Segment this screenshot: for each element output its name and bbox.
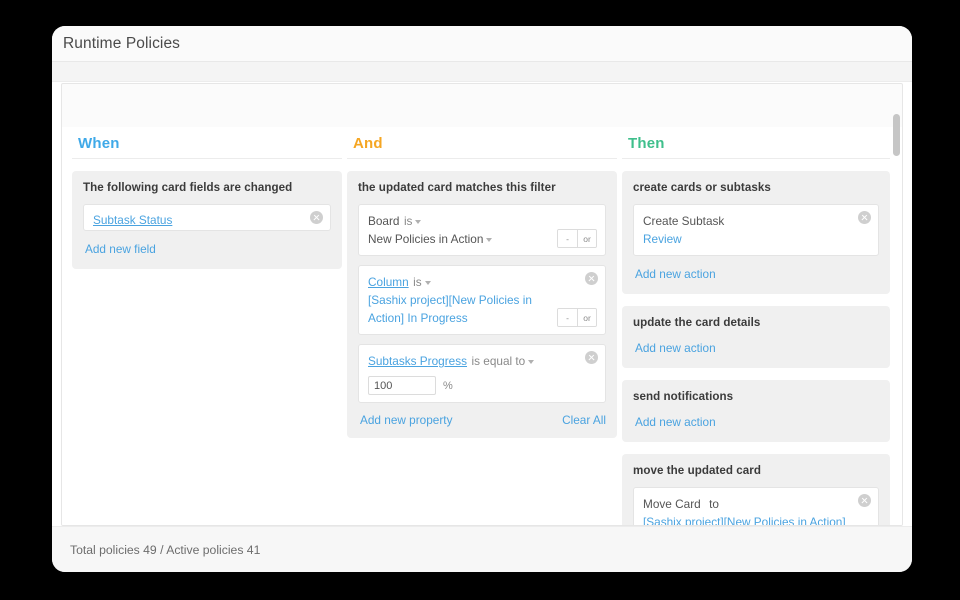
group-title: create cards or subtasks (633, 181, 771, 194)
clear-all-button[interactable]: Clear All (560, 413, 606, 427)
action-label-line: Create Subtask (643, 212, 869, 230)
group-update-card-details: update the card details Add new action (622, 306, 890, 368)
policy-columns: When The following card fields are chang… (62, 127, 902, 525)
filter-operator-label[interactable]: is (413, 275, 422, 289)
filter-row-column[interactable]: Column is [Sashix project][New Policies … (358, 265, 606, 335)
column-then: Then create cards or subtasks Create Sub… (622, 135, 890, 525)
filter-property-label[interactable]: Board (368, 214, 399, 228)
add-new-action-button[interactable]: Add new action (633, 341, 716, 355)
toolbar-strip (52, 62, 912, 82)
action-label: Create Subtask (643, 214, 725, 228)
filter-or-button[interactable]: or (577, 309, 596, 326)
filter-row-subtasks-progress[interactable]: Subtasks Progress is equal to % (358, 344, 606, 403)
remove-filter-close-icon[interactable] (585, 272, 598, 285)
column-header-rule-and (347, 158, 617, 159)
remove-action-close-icon[interactable] (858, 211, 871, 224)
action-preposition-label: to (709, 497, 719, 511)
filter-group-footer: Add new property Clear All (358, 412, 606, 427)
group-title: the updated card matches this filter (358, 181, 556, 194)
vertical-scrollbar-track[interactable] (893, 114, 900, 523)
remove-action-close-icon[interactable] (858, 494, 871, 507)
chevron-down-icon[interactable] (424, 281, 431, 285)
filter-operator-label[interactable]: is equal to (471, 354, 525, 368)
add-new-action-button[interactable]: Add new action (633, 415, 716, 429)
filter-or-button[interactable]: or (577, 230, 596, 247)
add-new-property-button[interactable]: Add new property (358, 413, 452, 427)
field-value-link[interactable]: Subtask Status (93, 213, 172, 227)
column-header-rule-when (72, 158, 342, 159)
group-card-filter: the updated card matches this filter Boa… (347, 171, 617, 438)
filter-minus-button[interactable]: - (558, 230, 577, 247)
group-title: send notifications (633, 390, 734, 403)
column-when: When The following card fields are chang… (72, 135, 342, 525)
action-label: Move Card (643, 497, 701, 511)
column-header-then: Then (628, 135, 665, 152)
action-label-line: Move Card to (643, 495, 869, 513)
column-header-and: And (353, 135, 383, 152)
group-create-cards-or-subtasks: create cards or subtasks Create Subtask … (622, 171, 890, 294)
group-card-fields-changed: The following card fields are changed Su… (72, 171, 342, 269)
filter-value-label[interactable]: New Policies in Action (368, 232, 483, 246)
group-title: update the card details (633, 316, 761, 329)
group-title: The following card fields are changed (83, 181, 293, 194)
filter-property-label[interactable]: Subtasks Progress (368, 354, 467, 368)
chevron-down-icon[interactable] (486, 238, 493, 242)
chevron-down-icon[interactable] (528, 360, 535, 364)
action-value-label[interactable]: Review (643, 232, 682, 246)
page-title: Runtime Policies (63, 34, 181, 52)
filter-property-line: Subtasks Progress is equal to (368, 352, 596, 370)
policy-counts-label: Total policies 49 / Active policies 41 (70, 542, 261, 557)
percent-unit-label: % (443, 379, 453, 392)
vertical-scrollbar-thumb[interactable] (893, 114, 900, 156)
status-bar: Total policies 49 / Active policies 41 (52, 526, 912, 572)
group-title: move the updated card (633, 464, 761, 477)
policy-columns-scroll-area[interactable]: When The following card fields are chang… (62, 127, 902, 525)
filter-operator-buttons: - or (557, 229, 597, 248)
chevron-down-icon[interactable] (415, 220, 422, 224)
column-header-when: When (78, 135, 120, 152)
add-new-field-button[interactable]: Add new field (83, 242, 156, 256)
action-row-create-subtask[interactable]: Create Subtask Review (633, 204, 879, 256)
remove-field-close-icon[interactable] (310, 211, 323, 224)
action-value-line: Review (643, 230, 869, 248)
filter-property-label[interactable]: Column (368, 275, 409, 289)
filter-minus-button[interactable]: - (558, 309, 577, 326)
filter-property-line: Column is (368, 273, 596, 291)
group-move-updated-card: move the updated card Move Card to [Sash… (622, 454, 890, 525)
filter-value-label[interactable]: [Sashix project][New Policies in Action]… (368, 293, 532, 325)
app-window: Runtime Policies When The following card… (52, 26, 912, 572)
action-value-line: [Sashix project][New Policies in Action]… (643, 513, 869, 525)
remove-filter-close-icon[interactable] (585, 351, 598, 364)
filter-operator-buttons: - or (557, 308, 597, 327)
subtasks-progress-input[interactable] (368, 376, 436, 395)
title-bar: Runtime Policies (52, 26, 912, 62)
action-row-move-card[interactable]: Move Card to [Sashix project][New Polici… (633, 487, 879, 525)
policy-editor-panel: When The following card fields are chang… (61, 83, 903, 526)
column-header-rule-then (622, 158, 890, 159)
field-row-subtask-status[interactable]: Subtask Status (83, 204, 331, 231)
column-and: And the updated card matches this filter… (347, 135, 617, 525)
add-new-action-button[interactable]: Add new action (633, 267, 716, 281)
group-send-notifications: send notifications Add new action (622, 380, 890, 442)
filter-value-line: % (368, 376, 596, 395)
action-value-label[interactable]: [Sashix project][New Policies in Action]… (643, 515, 846, 525)
filter-operator-label[interactable]: is (404, 214, 413, 228)
filter-row-board[interactable]: Board is New Policies in Action - or (358, 204, 606, 256)
filter-property-line: Board is (368, 212, 596, 230)
